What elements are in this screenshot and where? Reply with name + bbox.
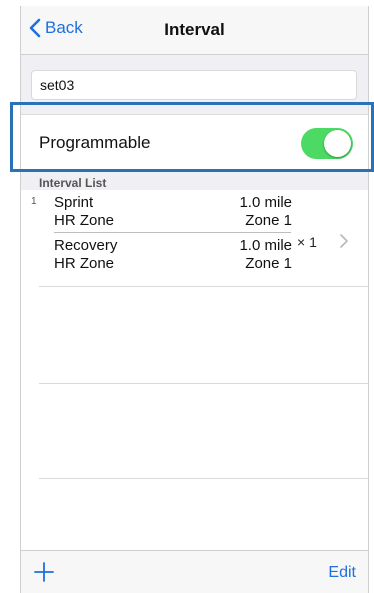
interval-step-name: Recovery — [54, 237, 118, 254]
interval-step-value: 1.0 mile — [239, 194, 292, 211]
interval-step-name: Sprint — [54, 194, 94, 211]
repeat-count: × 1 — [297, 234, 317, 250]
plus-icon[interactable] — [33, 561, 55, 583]
phone-frame: Back Interval set03 Programmable Interva… — [0, 0, 374, 593]
row-divider — [39, 286, 368, 287]
interval-item[interactable]: 1 Sprint 1.0 mile HR Zone Zone 1 Recover… — [21, 190, 368, 290]
interval-name-field[interactable]: set03 — [31, 70, 357, 100]
interval-step-name: HR Zone — [54, 212, 115, 229]
programmable-toggle[interactable] — [301, 128, 353, 159]
interval-index: 1 — [31, 196, 37, 207]
step-divider — [54, 232, 291, 233]
interval-step-value: Zone 1 — [245, 255, 292, 272]
chevron-right-icon — [340, 234, 348, 248]
toggle-knob — [324, 130, 351, 157]
row-divider — [39, 383, 368, 384]
app-screen: Back Interval set03 Programmable Interva… — [20, 6, 369, 593]
interval-step-value: 1.0 mile — [239, 237, 292, 254]
edit-button[interactable]: Edit — [328, 564, 356, 582]
interval-step-value: Zone 1 — [245, 212, 292, 229]
programmable-label: Programmable — [39, 133, 151, 152]
navigation-bar: Back Interval — [21, 6, 368, 55]
interval-list: 1 Sprint 1.0 mile HR Zone Zone 1 Recover… — [21, 190, 368, 550]
page-title: Interval — [164, 20, 225, 39]
programmable-row: Programmable — [21, 114, 368, 172]
interval-list-header: Interval List — [39, 176, 107, 190]
bottom-toolbar: Edit — [21, 550, 368, 593]
row-divider — [39, 478, 368, 479]
interval-step-name: HR Zone — [54, 255, 115, 272]
